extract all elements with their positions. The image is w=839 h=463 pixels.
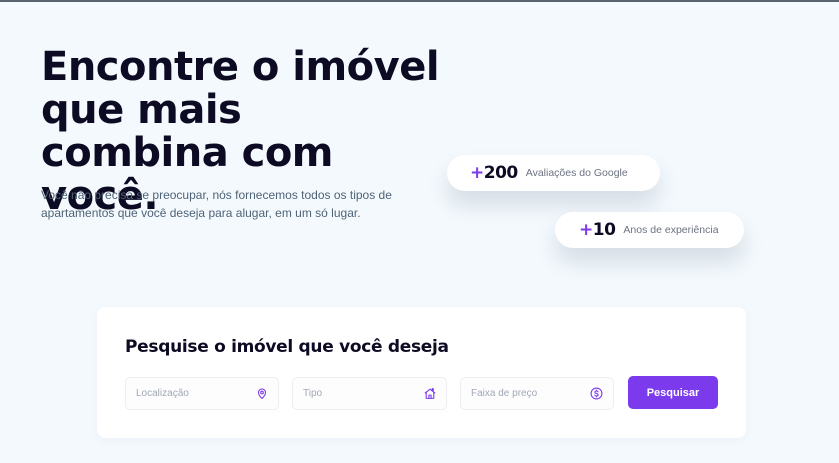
stat-label: Avaliações do Google [525, 167, 628, 179]
hero-subtitle: Você não precisa se preocupar, nós forne… [41, 188, 392, 220]
location-input[interactable] [136, 388, 246, 399]
stat-badge-reviews: +200 Avaliações do Google [447, 155, 660, 191]
type-input[interactable] [303, 388, 413, 399]
stat-plus-sign: + [470, 163, 484, 183]
search-card: Pesquise o imóvel que você deseja Locali… [97, 307, 746, 438]
stat-value: +10 [579, 220, 616, 240]
location-field[interactable] [125, 377, 279, 410]
top-border [0, 0, 839, 2]
price-range-field[interactable] [460, 377, 614, 410]
stat-label: Anos de experiência [623, 224, 719, 236]
location-pin-icon [254, 386, 269, 401]
stat-number: 200 [483, 163, 519, 183]
type-field[interactable] [292, 377, 447, 410]
stat-badge-experience: +10 Anos de experiência [555, 212, 744, 248]
search-button[interactable]: Pesquisar [628, 376, 718, 409]
price-range-input[interactable] [471, 388, 581, 399]
search-title: Pesquise o imóvel que você deseja [125, 337, 449, 357]
dollar-circle-icon [589, 386, 604, 401]
stat-plus-sign: + [579, 220, 593, 240]
house-icon [422, 386, 437, 401]
stat-value: +200 [470, 163, 518, 183]
stat-number: 10 [592, 220, 616, 240]
